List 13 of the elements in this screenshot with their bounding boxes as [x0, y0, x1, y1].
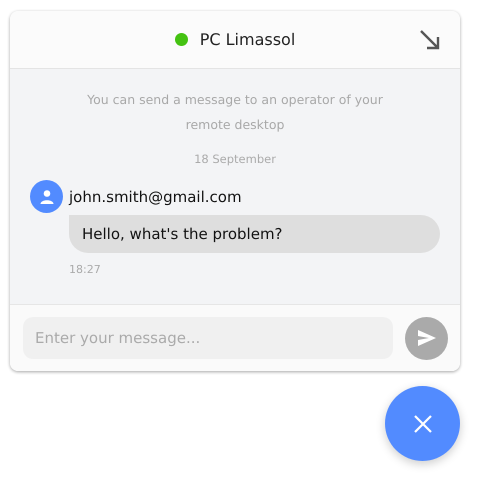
close-icon: [414, 414, 432, 432]
close-button[interactable]: [385, 386, 460, 461]
message-time: 18:27: [69, 263, 102, 276]
sender-name: john.smith@gmail.com: [69, 188, 243, 206]
send-icon: [418, 330, 436, 346]
minimize-button[interactable]: [418, 28, 442, 52]
date-label: 18 September: [193, 152, 277, 166]
chat-title: PC Limassol: [200, 30, 296, 49]
message-bubble: Hello, what's the problem?: [69, 215, 440, 253]
arrow-down-right-icon: [418, 28, 442, 52]
message-input[interactable]: Enter your message...: [23, 317, 393, 359]
user-icon: [38, 188, 54, 204]
intro-text: You can send a message to an operator of your remote desktop: [86, 91, 384, 134]
